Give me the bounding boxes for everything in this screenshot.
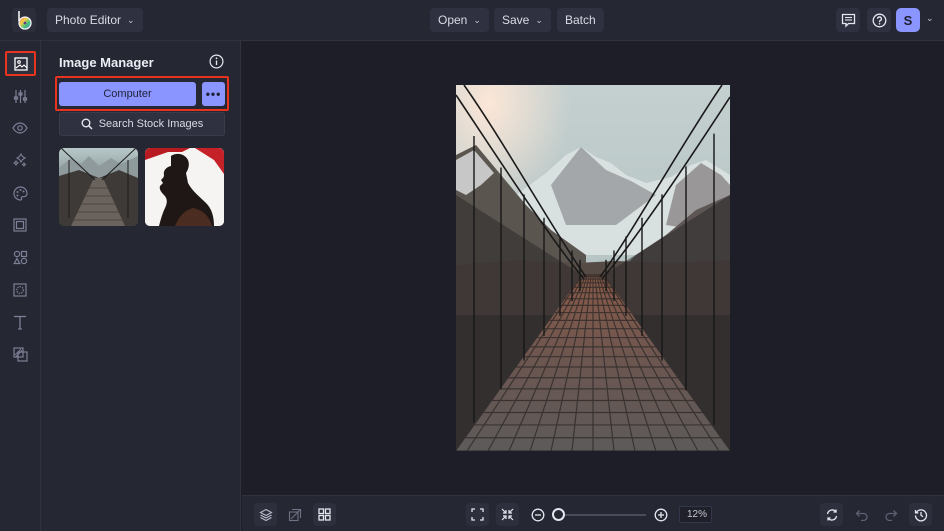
shrink-icon <box>501 508 514 521</box>
undo-icon <box>855 509 868 521</box>
rail-item-adjustments[interactable] <box>8 84 32 108</box>
sparkles-icon <box>13 152 27 167</box>
app-switcher-label: Photo Editor <box>55 13 122 27</box>
layers-button[interactable] <box>254 503 277 526</box>
search-icon <box>81 118 93 130</box>
layers-icon <box>258 508 273 521</box>
thumbnail-portrait[interactable] <box>145 148 224 226</box>
replace-image-button[interactable] <box>820 503 843 526</box>
actual-size-button[interactable] <box>496 503 519 526</box>
open-button[interactable]: Open ⌄ <box>430 8 489 32</box>
rail-item-touch-up[interactable] <box>8 116 32 140</box>
text-icon <box>14 315 26 330</box>
rail-item-image-manager[interactable] <box>5 51 36 76</box>
eye-icon <box>12 122 28 134</box>
zoom-slider-handle[interactable] <box>552 508 565 521</box>
zoom-level-input[interactable]: 12% <box>679 506 712 523</box>
chevron-down-icon: ⌄ <box>473 14 481 25</box>
computer-upload-button[interactable]: Computer <box>59 82 196 106</box>
portrait-thumbnail-image <box>145 148 224 226</box>
photo-editor-app: Photo Editor ⌄ Open ⌄ Save ⌄ Batch S ⌄ I… <box>0 0 944 531</box>
sliders-icon <box>13 89 27 103</box>
zoom-slider-track[interactable] <box>558 514 646 516</box>
fullscreen-icon <box>471 508 484 521</box>
history-icon <box>914 508 927 521</box>
zoom-in-button[interactable] <box>649 503 672 526</box>
rail-item-artsy[interactable] <box>8 181 32 205</box>
info-icon[interactable] <box>209 54 224 69</box>
rail-item-overlays[interactable] <box>8 342 32 366</box>
grid-view-button[interactable] <box>313 503 336 526</box>
compare-icon <box>288 508 301 521</box>
rail-item-frames[interactable] <box>8 213 32 237</box>
befunky-logo[interactable] <box>12 8 36 32</box>
fit-to-screen-button[interactable] <box>466 503 489 526</box>
save-label: Save <box>502 13 530 27</box>
canvas-photo[interactable] <box>456 85 730 451</box>
image-icon <box>13 56 28 71</box>
palette-icon <box>12 185 28 201</box>
redo-icon <box>884 509 897 521</box>
panel-title: Image Manager <box>59 55 154 70</box>
chevron-down-icon[interactable]: ⌄ <box>926 13 934 24</box>
plus-circle-icon <box>654 508 667 521</box>
grid-icon <box>318 508 331 521</box>
tool-rail <box>0 41 41 531</box>
rail-item-text[interactable] <box>8 310 32 334</box>
top-bar: Photo Editor ⌄ Open ⌄ Save ⌄ Batch S ⌄ <box>0 0 944 41</box>
feedback-button[interactable] <box>836 8 860 32</box>
help-icon <box>872 13 886 27</box>
chat-icon <box>841 13 855 28</box>
batch-button[interactable]: Batch <box>557 8 604 32</box>
batch-label: Batch <box>565 13 596 27</box>
app-switcher-button[interactable]: Photo Editor ⌄ <box>47 8 143 32</box>
overlay-icon <box>12 346 28 362</box>
redo-button[interactable] <box>879 503 902 526</box>
rail-item-textures[interactable] <box>8 278 32 302</box>
frame-icon <box>13 218 27 232</box>
bottom-toolbar: 12% <box>242 495 944 531</box>
chevron-down-icon: ⌄ <box>535 14 543 25</box>
refresh-icon <box>826 508 837 521</box>
search-stock-images-button[interactable]: Search Stock Images <box>59 112 225 136</box>
minus-circle-icon <box>531 508 544 521</box>
more-options-button[interactable]: ••• <box>202 82 225 106</box>
search-stock-label: Search Stock Images <box>98 118 204 130</box>
open-label: Open <box>438 13 468 27</box>
history-button[interactable] <box>909 503 932 526</box>
undo-button[interactable] <box>850 503 873 526</box>
zoom-out-button[interactable] <box>526 503 549 526</box>
thumbnail-bridge[interactable] <box>59 148 138 226</box>
rail-item-effects[interactable] <box>8 148 32 172</box>
image-manager-panel: Image Manager Computer ••• Search Stock … <box>41 41 241 531</box>
save-button[interactable]: Save ⌄ <box>494 8 551 32</box>
rail-item-graphics[interactable] <box>8 245 32 269</box>
texture-icon <box>13 283 27 297</box>
editor-canvas[interactable] <box>242 41 944 495</box>
user-avatar[interactable]: S <box>896 8 920 32</box>
bridge-thumbnail-image <box>59 148 138 226</box>
compare-button[interactable] <box>283 503 306 526</box>
chevron-down-icon: ⌄ <box>127 14 135 25</box>
bridge-photo-image <box>456 85 730 451</box>
shapes-icon <box>12 250 27 264</box>
logo-icon <box>18 11 32 30</box>
help-button[interactable] <box>867 8 891 32</box>
